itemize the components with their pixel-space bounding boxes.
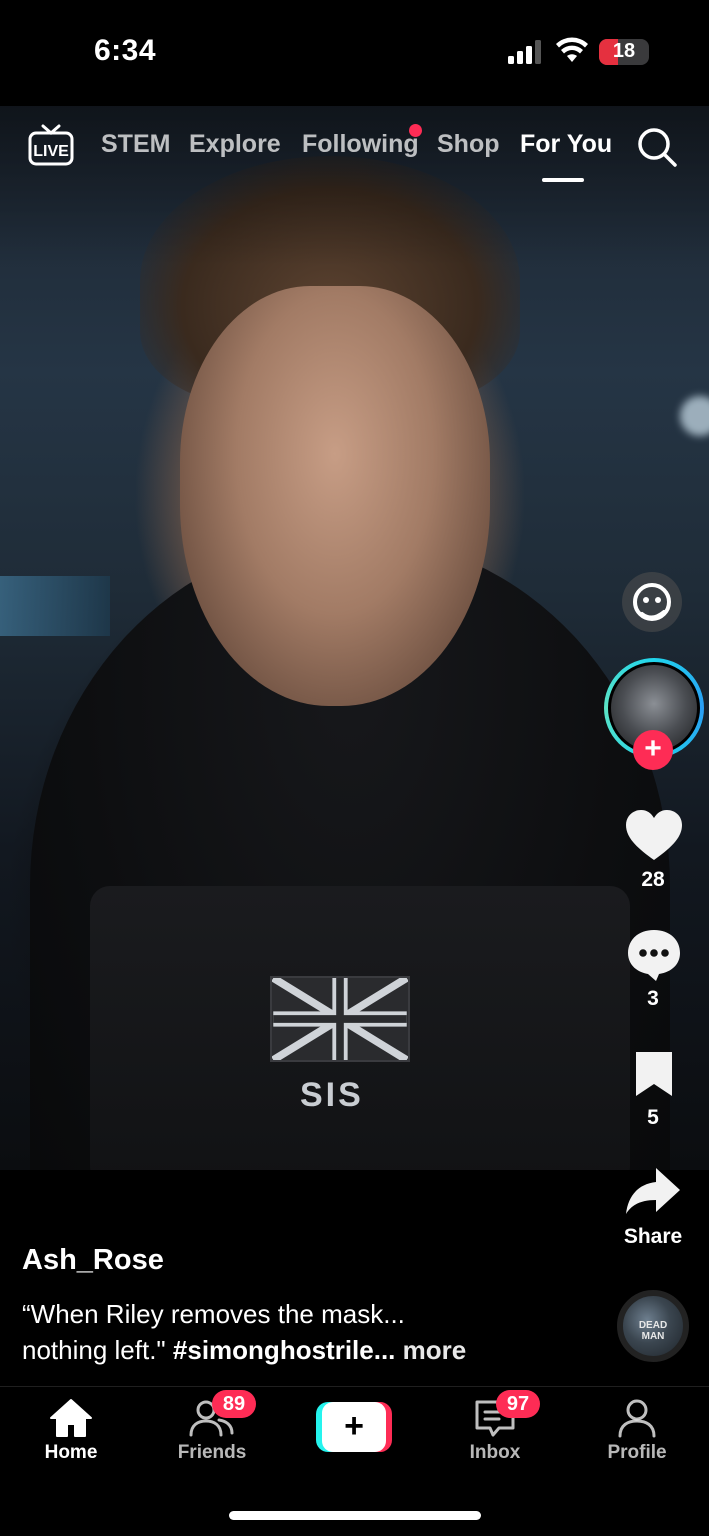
battery-icon: 18 [599,39,649,65]
music-disc[interactable]: DEAD MAN [617,1290,689,1362]
tab-inbox-label: Inbox [469,1442,521,1463]
home-indicator[interactable] [229,1511,481,1520]
tab-profile[interactable]: Profile [577,1398,697,1464]
share-label[interactable]: Share [613,1225,693,1249]
home-icon [50,1399,92,1437]
tab-explore[interactable]: Explore [189,130,281,159]
video-caption[interactable]: “When Riley removes the mask... nothing … [22,1296,582,1368]
bookmark-icon[interactable] [632,1050,676,1098]
friends-badge: 89 [212,1390,256,1418]
create-button[interactable]: + [316,1402,392,1452]
status-bar: 6:34 18 [0,0,709,106]
follow-button[interactable]: + [633,730,673,770]
flag-patch-icon [270,976,410,1062]
following-notification-dot [409,124,422,137]
face [180,286,490,706]
tab-following[interactable]: Following [302,130,419,159]
share-icon[interactable] [624,1166,682,1216]
save-count: 5 [647,1106,659,1129]
live-label: LIVE [33,143,69,160]
tab-profile-label: Profile [607,1442,667,1463]
create-plus-icon: + [322,1402,386,1452]
like-count: 28 [641,868,665,891]
caption-text: nothing left." [22,1335,166,1365]
tab-for-you[interactable]: For You [520,130,612,159]
signal-icon [508,40,541,64]
inbox-badge: 97 [496,1390,540,1418]
creator-username[interactable]: Ash_Rose [22,1244,164,1277]
comment-icon[interactable] [626,928,682,982]
tab-home[interactable]: Home [11,1398,131,1464]
effect-icon[interactable] [620,570,684,634]
profile-icon [618,1399,656,1438]
heart-icon[interactable] [626,810,682,862]
background-light [680,396,709,436]
comment-count: 3 [647,987,659,1010]
tab-friends-label: Friends [177,1442,247,1463]
tab-stem[interactable]: STEM [101,130,170,159]
active-tab-indicator [542,178,584,182]
caption-more-link[interactable]: more [403,1335,467,1365]
caption-hashtag[interactable]: #simonghostrile... [173,1335,396,1365]
tab-shop[interactable]: Shop [437,130,500,159]
background-light [0,576,110,636]
vest-patch-text: SIS [300,1076,364,1114]
battery-percent: 18 [612,40,636,62]
caption-line-1: “When Riley removes the mask... [22,1299,405,1329]
caption-line-2: nothing left." #simonghostrile... more [22,1332,582,1368]
tab-home-label: Home [44,1442,98,1463]
live-icon[interactable]: LIVE [28,122,74,168]
wifi-icon [556,37,588,62]
video-player[interactable]: SIS [0,106,709,1170]
disc-label: DEAD MAN [638,1320,668,1342]
search-icon[interactable] [636,126,678,168]
status-time: 6:34 [94,34,157,67]
